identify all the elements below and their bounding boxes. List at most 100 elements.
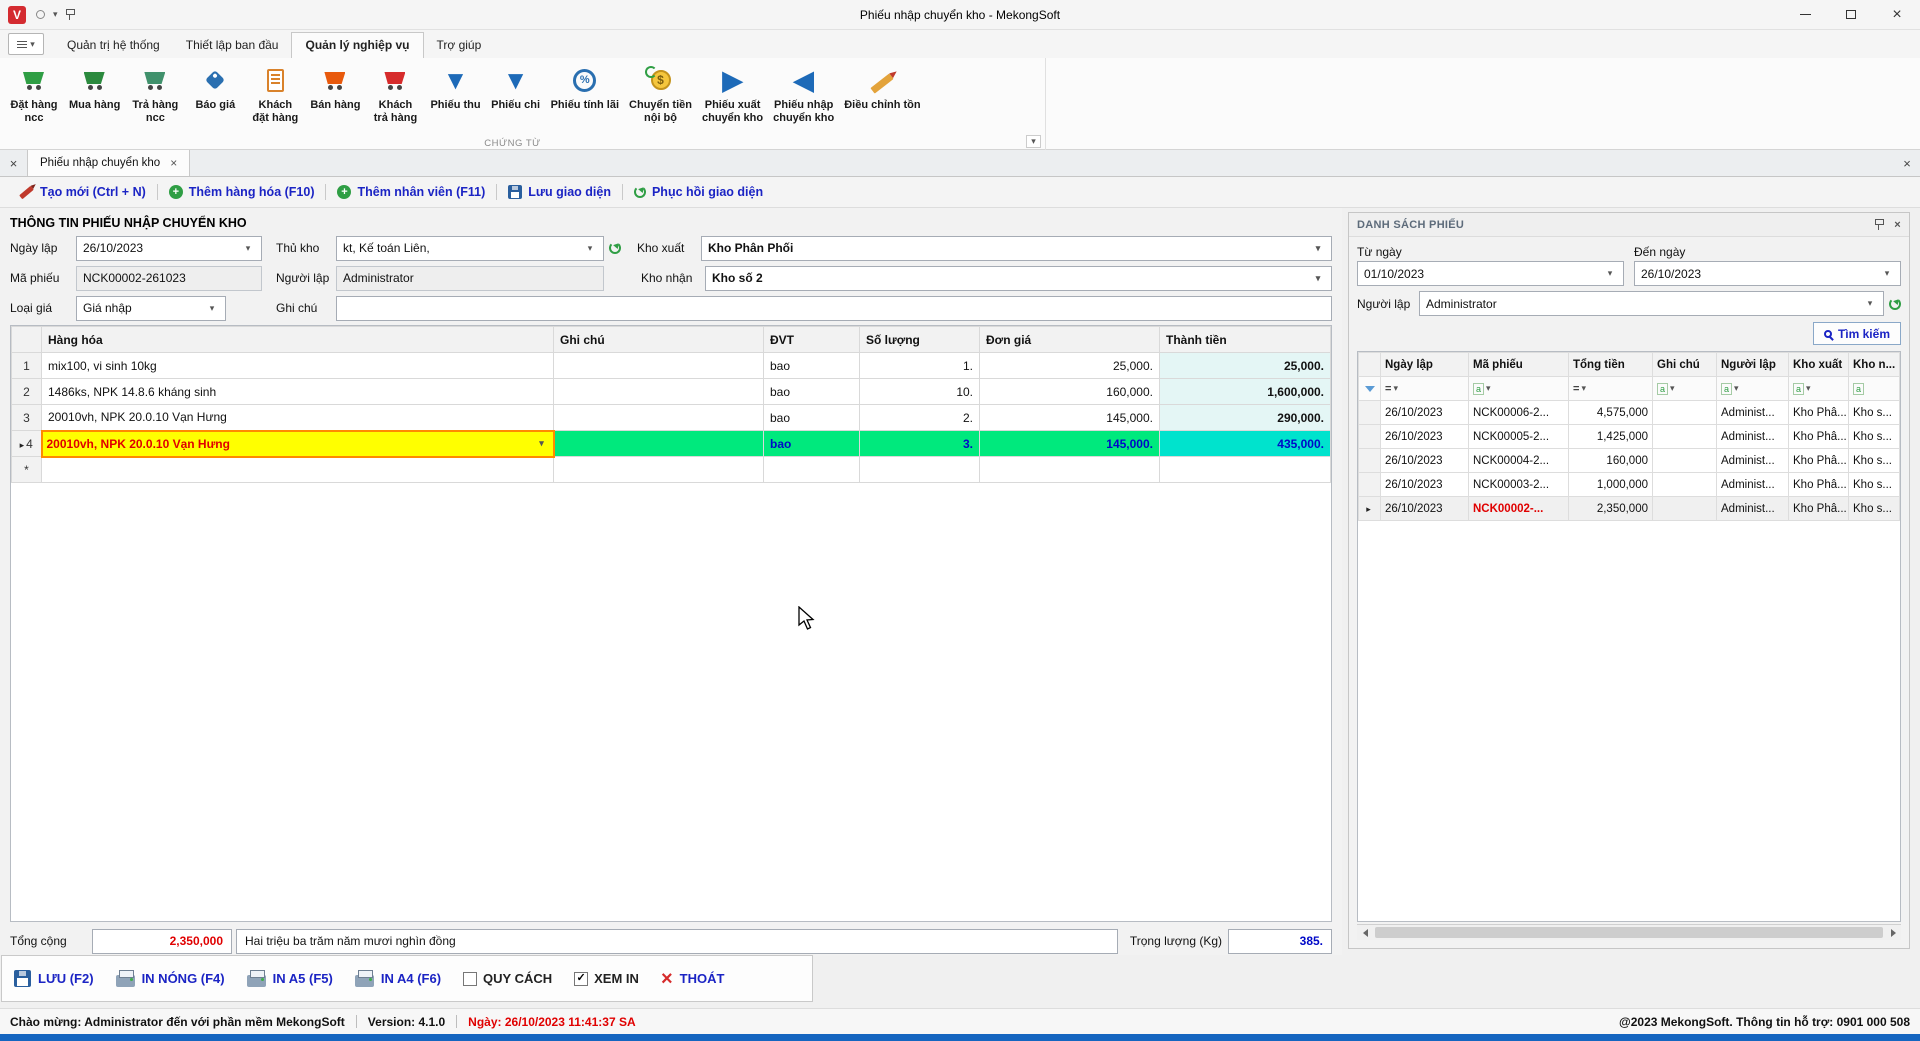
filter-from[interactable]: a xyxy=(1789,377,1849,401)
cell-code[interactable]: NCK00004-2... xyxy=(1469,449,1569,473)
restore-layout-button[interactable]: Phục hồi giao diện xyxy=(623,185,774,199)
print-a4-button[interactable]: IN A4 (F6) xyxy=(355,971,441,987)
cell-unit[interactable]: bao xyxy=(764,353,860,379)
ghi-chu-field[interactable] xyxy=(336,296,1332,321)
quick-access-toolbar[interactable] xyxy=(36,9,75,21)
checkbox-checked-icon[interactable]: ✓ xyxy=(574,972,588,986)
nguoi-lap-filter-field[interactable]: Administrator xyxy=(1419,291,1884,316)
cell-total[interactable]: 435,000. xyxy=(1160,431,1331,457)
save-layout-button[interactable]: Lưu giao diện xyxy=(497,185,622,199)
kho-xuat-field[interactable]: Kho Phân Phối xyxy=(701,236,1332,261)
quy-cach-checkbox[interactable]: QUY CÁCH xyxy=(463,971,552,986)
ribbon-tab-thiet-lap-ban-dau[interactable]: Thiết lập ban đầu xyxy=(173,33,292,58)
ribbon-item-phieu-nhap-chuyen-kho[interactable]: ◀ Phiếu nhập chuyển kho xyxy=(768,61,839,126)
cell-date[interactable]: 26/10/2023 xyxy=(1381,497,1469,521)
close-icon[interactable]: × xyxy=(1894,219,1901,231)
cell-note[interactable] xyxy=(1653,449,1717,473)
cell-total[interactable]: 25,000. xyxy=(1160,353,1331,379)
list-item[interactable]: 26/10/2023 NCK00006-2... 4,575,000 Admin… xyxy=(1359,401,1900,425)
kho-nhan-field[interactable]: Kho số 2 xyxy=(705,266,1332,291)
exit-button[interactable]: ×THOÁT xyxy=(661,969,724,989)
cell-item[interactable]: mix100, vi sinh 10kg xyxy=(42,353,554,379)
list-item-selected[interactable]: ▸ 26/10/2023 NCK00002-... 2,350,000 Admi… xyxy=(1359,497,1900,521)
pin-icon[interactable] xyxy=(1875,219,1884,231)
cell-date[interactable]: 26/10/2023 xyxy=(1381,473,1469,497)
chevron-down-icon[interactable] xyxy=(241,243,255,254)
close-button[interactable]: × xyxy=(1874,0,1920,30)
cell-total[interactable]: 1,425,000 xyxy=(1569,425,1653,449)
column-header-don-gia[interactable]: Đơn giá xyxy=(980,327,1160,353)
cell-date[interactable]: 26/10/2023 xyxy=(1381,401,1469,425)
chevron-down-icon[interactable] xyxy=(53,10,58,19)
ribbon-item-phieu-thu[interactable]: ▼ Phiếu thu xyxy=(425,61,485,114)
cell-to[interactable]: Kho s... xyxy=(1849,449,1900,473)
cell-total[interactable]: 1,600,000. xyxy=(1160,379,1331,405)
filter-code[interactable]: a xyxy=(1469,377,1569,401)
cell-from[interactable]: Kho Phâ... xyxy=(1789,449,1849,473)
column-header-dvt[interactable]: ĐVT xyxy=(764,327,860,353)
cell-qty[interactable]: 1. xyxy=(860,353,980,379)
ribbon-tab-quan-tri-he-thong[interactable]: Quản trị hệ thống xyxy=(54,33,173,58)
ribbon-tab-tro-giup[interactable]: Trợ giúp xyxy=(424,33,495,58)
document-tab-phieu-nhap-chuyen-kho[interactable]: Phiếu nhập chuyển kho × xyxy=(28,150,190,176)
cell-item[interactable] xyxy=(42,457,554,483)
column-header-nguoi-lap[interactable]: Người lập xyxy=(1717,353,1789,377)
ribbon-group-expand-button[interactable] xyxy=(1026,135,1041,148)
thu-kho-field[interactable]: kt, Kế toán Liên, xyxy=(336,236,604,261)
cell-note[interactable] xyxy=(554,431,764,457)
cell-code[interactable]: NCK00006-2... xyxy=(1469,401,1569,425)
chevron-down-icon[interactable] xyxy=(535,438,549,449)
add-item-button[interactable]: Thêm hàng hóa (F10) xyxy=(158,185,326,199)
close-all-tabs-button[interactable]: × xyxy=(0,150,28,176)
cell-creator[interactable]: Administ... xyxy=(1717,497,1789,521)
cell-to[interactable]: Kho s... xyxy=(1849,473,1900,497)
ngay-lap-field[interactable]: 26/10/2023 xyxy=(76,236,262,261)
refresh-icon[interactable] xyxy=(609,242,621,254)
pin-icon[interactable] xyxy=(66,9,75,21)
filter-note[interactable]: a xyxy=(1653,377,1717,401)
ribbon-item-phieu-chi[interactable]: ▼ Phiếu chi xyxy=(486,61,546,114)
app-menu-button[interactable] xyxy=(8,33,44,55)
cell-from[interactable]: Kho Phâ... xyxy=(1789,425,1849,449)
list-item[interactable]: 26/10/2023 NCK00003-2... 1,000,000 Admin… xyxy=(1359,473,1900,497)
scrollbar-thumb[interactable] xyxy=(1375,927,1883,938)
chevron-down-icon[interactable] xyxy=(1880,268,1894,279)
cell-from[interactable]: Kho Phâ... xyxy=(1789,497,1849,521)
cell-note[interactable] xyxy=(1653,473,1717,497)
ribbon-item-dat-hang-ncc[interactable]: Đặt hàng ncc xyxy=(4,61,64,126)
scroll-left-button[interactable] xyxy=(1357,926,1373,940)
cell-creator[interactable]: Administ... xyxy=(1717,473,1789,497)
loai-gia-field[interactable]: Giá nhập xyxy=(76,296,226,321)
close-icon[interactable]: × xyxy=(170,157,177,169)
cell-unit[interactable]: bao xyxy=(764,379,860,405)
horizontal-scrollbar[interactable] xyxy=(1357,924,1901,940)
quick-access-icon[interactable] xyxy=(36,10,45,19)
cell-item[interactable]: 20010vh, NPK 20.0.10 Vạn Hưng xyxy=(42,405,554,431)
cell-price[interactable] xyxy=(980,457,1160,483)
ribbon-tab-quan-ly-nghiep-vu[interactable]: Quản lý nghiệp vụ xyxy=(291,32,423,58)
cell-from[interactable]: Kho Phâ... xyxy=(1789,473,1849,497)
cell-qty[interactable]: 3. xyxy=(860,431,980,457)
cell-qty[interactable] xyxy=(860,457,980,483)
cell-unit[interactable] xyxy=(764,457,860,483)
ribbon-item-bao-gia[interactable]: Báo giá xyxy=(185,61,245,114)
cell-price[interactable]: 25,000. xyxy=(980,353,1160,379)
cell-qty[interactable]: 10. xyxy=(860,379,980,405)
ribbon-item-chuyen-tien-noi-bo[interactable]: Chuyển tiền nội bộ xyxy=(624,61,697,126)
cell-unit[interactable]: bao xyxy=(764,405,860,431)
column-header-ghi-chu[interactable]: Ghi chú xyxy=(1653,353,1717,377)
maximize-button[interactable] xyxy=(1828,0,1874,30)
cell-note[interactable] xyxy=(554,379,764,405)
ribbon-item-phieu-xuat-chuyen-kho[interactable]: ▶ Phiếu xuất chuyển kho xyxy=(697,61,768,126)
cell-total[interactable]: 2,350,000 xyxy=(1569,497,1653,521)
cell-item[interactable]: 1486ks, NPK 14.8.6 kháng sinh xyxy=(42,379,554,405)
cell-code[interactable]: NCK00003-2... xyxy=(1469,473,1569,497)
ribbon-item-tra-hang-ncc[interactable]: Trả hàng ncc xyxy=(125,61,185,126)
cell-date[interactable]: 26/10/2023 xyxy=(1381,425,1469,449)
cell-total[interactable]: 160,000 xyxy=(1569,449,1653,473)
chevron-down-icon[interactable] xyxy=(205,303,219,314)
column-header-kho-nhan[interactable]: Kho n... xyxy=(1849,353,1900,377)
cell-date[interactable]: 26/10/2023 xyxy=(1381,449,1469,473)
cell-code-highlighted[interactable]: NCK00002-... xyxy=(1469,497,1569,521)
cell-from[interactable]: Kho Phâ... xyxy=(1789,401,1849,425)
